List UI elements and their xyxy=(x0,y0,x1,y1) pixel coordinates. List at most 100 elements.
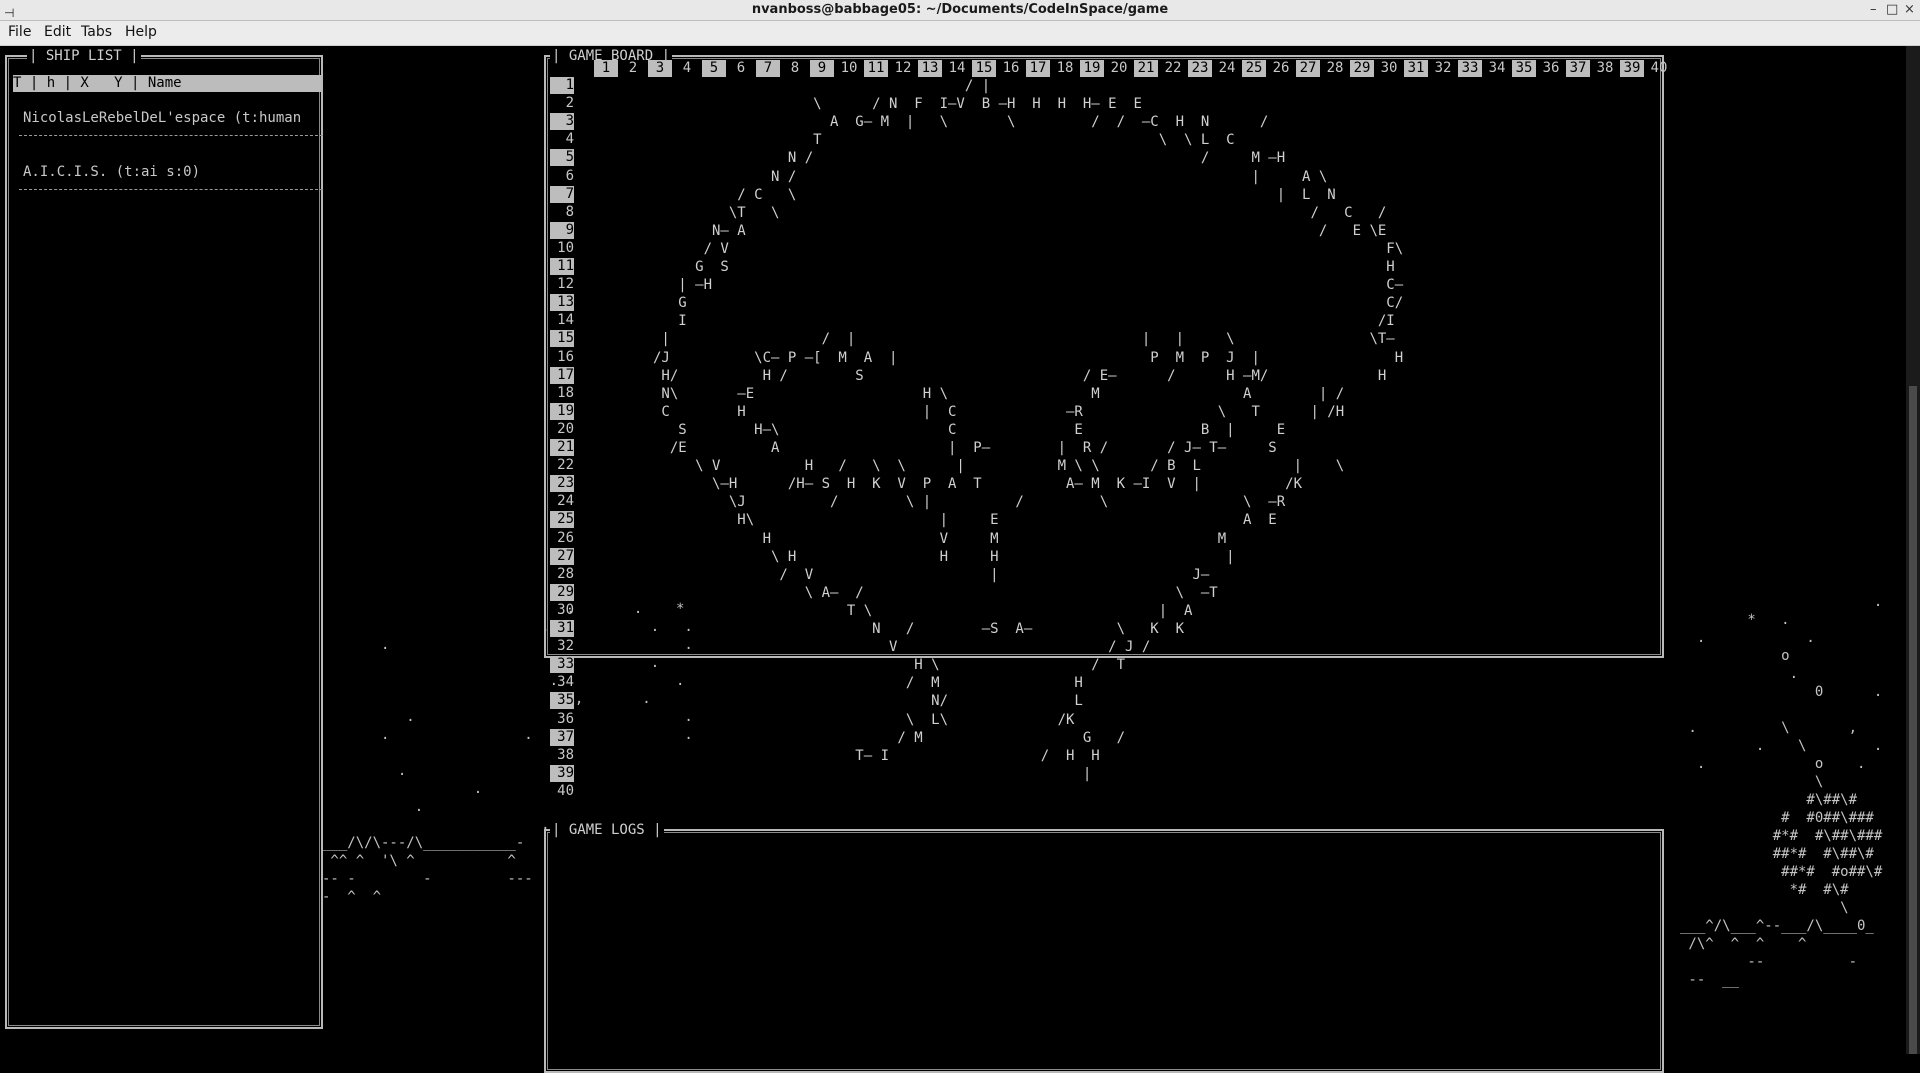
menu-bar: File Edit Tabs Help xyxy=(0,21,1920,46)
menu-edit[interactable]: Edit xyxy=(44,24,71,40)
row-number: 39 xyxy=(550,764,574,782)
column-number: 13 xyxy=(918,60,942,77)
row-number: 25 xyxy=(550,511,574,529)
row-number: 15 xyxy=(550,330,574,348)
row-number: 2 xyxy=(565,95,574,112)
art-line: ##*# #\##\# xyxy=(1680,846,1874,862)
column-number: 28 xyxy=(1326,60,1344,76)
menu-tabs[interactable]: Tabs xyxy=(81,24,112,40)
column-number: 33 xyxy=(1458,60,1482,77)
art-line: -- __ xyxy=(1680,972,1740,988)
minimize-button[interactable]: – xyxy=(1870,0,1877,20)
column-number: 23 xyxy=(1188,60,1212,77)
column-number: 5 xyxy=(702,60,726,77)
row-number: 8 xyxy=(565,203,574,220)
column-number: 34 xyxy=(1488,60,1506,76)
row-number: 40 xyxy=(557,782,574,799)
column-number: 3 xyxy=(648,60,672,77)
close-button[interactable]: × xyxy=(1904,0,1915,20)
column-number: 19 xyxy=(1080,60,1104,77)
art-line: * . xyxy=(1680,612,1790,628)
row-number: 28 xyxy=(557,565,574,582)
board-row: G S H xyxy=(594,259,1395,275)
row-number: 37 xyxy=(550,728,574,746)
row-number: 31 xyxy=(550,620,574,637)
board-row: / V | J— xyxy=(594,566,1210,583)
art-line: . . xyxy=(1680,630,1815,646)
board-row: | xyxy=(594,765,1092,782)
row-number: 29 xyxy=(550,583,574,601)
row-number: 5 xyxy=(550,149,574,167)
menu-file[interactable]: File xyxy=(8,24,31,40)
column-number: 29 xyxy=(1350,60,1374,77)
column-number: 9 xyxy=(810,60,834,77)
window-titlebar: ⊣ nvanboss@babbage05: ~/Documents/CodeIn… xyxy=(0,0,1920,21)
column-number: 36 xyxy=(1542,60,1560,76)
row-number: 17 xyxy=(550,366,574,384)
art-line: . xyxy=(1680,666,1799,682)
game-logs-panel: | GAME LOGS | xyxy=(544,822,1664,1073)
board-row: G C/ xyxy=(594,295,1404,312)
board-row: A G— M | \ \ / / —C H N / xyxy=(594,114,1269,131)
row-number: 34 xyxy=(557,674,574,691)
board-row: H V M M xyxy=(594,530,1227,547)
column-number: 18 xyxy=(1056,60,1074,76)
column-number: 16 xyxy=(1002,60,1020,76)
column-number: 4 xyxy=(682,60,692,76)
board-row: N— A / E \E xyxy=(594,222,1387,239)
row-number: 24 xyxy=(557,493,574,510)
column-number: 2 xyxy=(628,60,638,76)
terminal-area[interactable]: | SHIP LIST | T | h | X Y | Name Nicolas… xyxy=(0,46,1920,1073)
menu-help[interactable]: Help xyxy=(125,24,157,40)
row-number: 32 xyxy=(557,638,574,655)
board-row: N/ L xyxy=(594,693,1083,710)
row-number: 33 xyxy=(550,656,574,674)
scrollbar[interactable] xyxy=(1906,46,1920,1054)
ship-list-item[interactable]: A.I.C.I.S. (t:ai s:0) xyxy=(23,163,200,181)
column-number: 26 xyxy=(1272,60,1290,76)
row-number: 23 xyxy=(550,475,574,493)
terminal-icon[interactable]: ⊣ xyxy=(4,3,14,23)
column-number: 30 xyxy=(1380,60,1398,76)
board-row: \J / \ | / \ \ —R xyxy=(594,494,1286,511)
right-landscape-art: . * . . . o . 0 . . . . \ , . \ . . o . xyxy=(1680,593,1920,989)
column-number: 24 xyxy=(1218,60,1236,76)
maximize-button[interactable]: □ xyxy=(1886,0,1898,20)
ship-list-header: T | h | X Y | Name xyxy=(13,75,321,92)
art-line: o xyxy=(1680,648,1790,664)
column-number: 14 xyxy=(948,60,966,76)
row-number: 21 xyxy=(550,439,574,456)
board-row: H \ / T xyxy=(594,657,1126,674)
board-row: N / —S A— \ K K xyxy=(594,621,1185,637)
art-line: \ xyxy=(1680,900,1849,916)
board-row: S H—\ C E B | E xyxy=(594,421,1286,438)
art-line: . \ . xyxy=(1680,738,1883,754)
row-number: 36 xyxy=(557,710,574,727)
art-line: ___^/\___^--___/\____0_ xyxy=(1680,918,1874,934)
scrollbar-thumb[interactable] xyxy=(1909,386,1917,1054)
art-line: . \ , xyxy=(1680,720,1858,736)
row-number: 12 xyxy=(557,276,574,293)
column-number: 17 xyxy=(1026,60,1050,77)
column-number: 10 xyxy=(840,60,858,76)
art-line: . xyxy=(1680,701,1920,719)
board-row: H\ | E A E xyxy=(594,512,1277,529)
row-number: 19 xyxy=(550,402,574,420)
row-number: 9 xyxy=(550,221,574,239)
board-row: /J \C— P —[ M A | P M P J | H xyxy=(594,349,1404,366)
board-row: H/ H / S / E— / H —M/ H xyxy=(594,367,1387,384)
board-row: V / J / xyxy=(594,639,1151,656)
column-number: 15 xyxy=(972,60,996,77)
row-number: 22 xyxy=(557,457,574,474)
art-line: . xyxy=(322,799,424,815)
art-line: 0 . . xyxy=(1680,684,1917,700)
game-logs-title: | GAME LOGS | xyxy=(550,822,664,838)
board-row: \ / N F I—V B —H H H H— E E xyxy=(594,96,1142,113)
column-number: 31 xyxy=(1404,60,1428,77)
column-number: 20 xyxy=(1110,60,1128,76)
ship-list-item[interactable]: NicolasLeRebelDeL'espace (t:human xyxy=(23,109,301,127)
row-number: 30 xyxy=(557,601,574,618)
board-row: N / / M —H xyxy=(594,150,1286,167)
art-line: #*# #\##\### xyxy=(1680,828,1883,844)
game-board-panel: | GAME BOARD | 1 2 3 4 5 6 7 8 9 10 11 12 13 14 15 16 17… xyxy=(544,48,1667,799)
